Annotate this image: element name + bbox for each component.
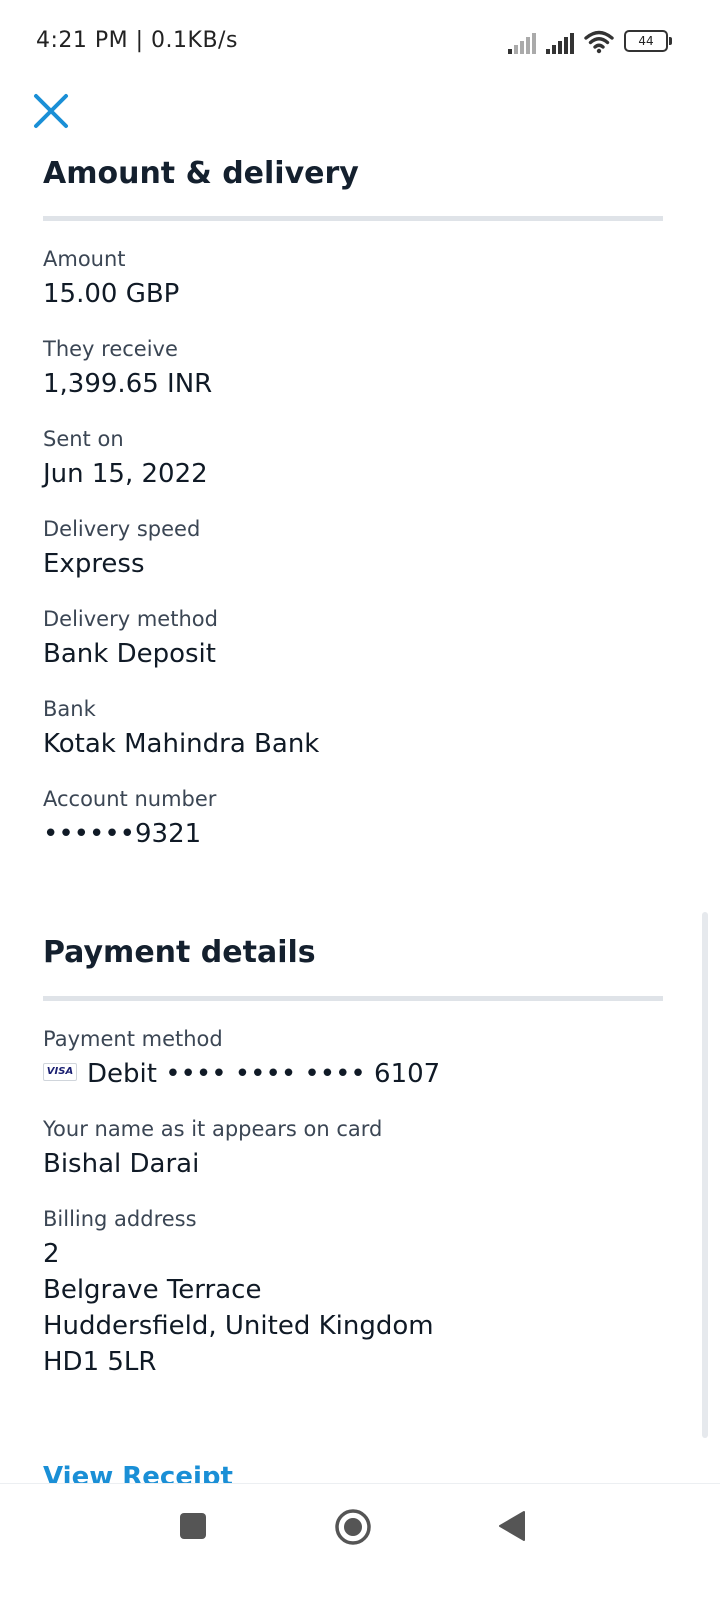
billing-address-line: 2 [43,1239,60,1269]
card-number: Debit •••• •••• •••• 6107 [87,1059,441,1089]
payment-method-value: VISA Debit •••• •••• •••• 6107 [43,1059,440,1089]
amount-value: 15.00 GBP [43,279,180,309]
signal-icon [546,32,574,54]
bank-value: Kotak Mahindra Bank [43,729,320,759]
delivery-speed-label: Delivery speed [43,517,201,541]
bank-label: Bank [43,697,96,721]
sent-on-value: Jun 15, 2022 [43,459,208,489]
cardholder-name-label: Your name as it appears on card [43,1117,383,1141]
battery-icon: 44 [624,30,672,52]
section-divider [43,216,663,221]
section-divider [43,996,663,1001]
cardholder-name-value: Bishal Darai [43,1149,200,1179]
close-icon[interactable] [30,90,72,132]
delivery-speed-value: Express [43,549,145,579]
account-number-label: Account number [43,787,217,811]
billing-address-label: Billing address [43,1207,197,1231]
status-icons: 44 [508,26,672,54]
amount-label: Amount [43,247,126,271]
they-receive-label: They receive [43,337,178,361]
back-triangle-icon[interactable] [498,1510,526,1542]
account-number-value: ••••••9321 [43,819,202,849]
billing-address-line: Huddersfield, United Kingdom [43,1311,434,1341]
recents-square-icon[interactable] [180,1513,206,1539]
delivery-method-label: Delivery method [43,607,218,631]
visa-icon: VISA [43,1062,77,1081]
signal-weak-icon [508,32,536,54]
they-receive-value: 1,399.65 INR [43,369,213,399]
navigation-bar [0,1483,720,1601]
wifi-icon [584,30,614,54]
billing-address-line: Belgrave Terrace [43,1275,262,1305]
billing-address-line: HD1 5LR [43,1347,157,1377]
status-bar: 4:21 PM | 0.1KB/s 44 [0,0,720,80]
amount-delivery-title: Amount & delivery [43,156,359,191]
home-circle-icon[interactable] [334,1508,372,1546]
status-time: 4:21 PM | 0.1KB/s [36,28,238,53]
sent-on-label: Sent on [43,427,124,451]
payment-details-title: Payment details [43,935,316,970]
payment-method-label: Payment method [43,1027,223,1051]
delivery-method-value: Bank Deposit [43,639,216,669]
scrollbar[interactable] [702,912,708,1438]
